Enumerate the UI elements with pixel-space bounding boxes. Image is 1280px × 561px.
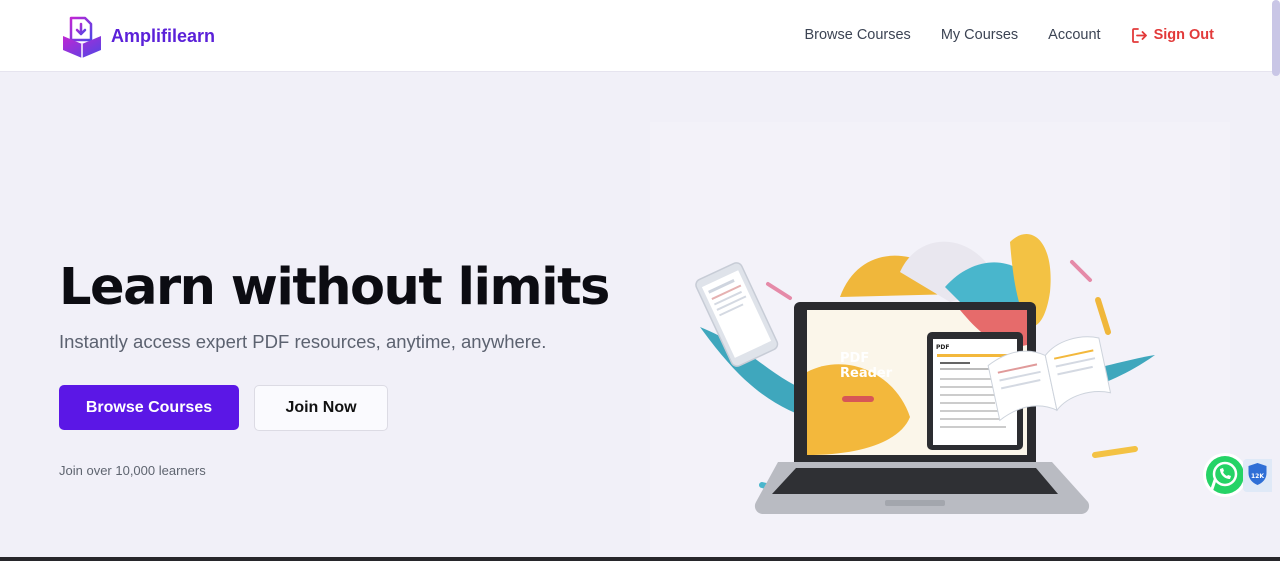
main-nav: Browse Courses My Courses Account Sign O… xyxy=(774,0,1214,70)
sign-out-label: Sign Out xyxy=(1153,27,1214,43)
badge-text: 12K xyxy=(1251,473,1264,480)
nav-my-courses[interactable]: My Courses xyxy=(941,27,1018,43)
hero-title: Learn without limits xyxy=(59,258,610,317)
whatsapp-icon[interactable] xyxy=(1202,452,1248,498)
brand[interactable]: Amplifilearn xyxy=(60,14,215,58)
tablet-logo: PDF xyxy=(936,344,949,351)
top-navbar: Amplifilearn Browse Courses My Courses A… xyxy=(0,0,1280,72)
hero-subtitle: Instantly access expert PDF resources, a… xyxy=(59,331,547,352)
logout-icon xyxy=(1131,27,1147,43)
trust-badge[interactable]: 12K xyxy=(1243,459,1272,492)
nav-account[interactable]: Account xyxy=(1048,27,1100,43)
brand-name: Amplifilearn xyxy=(111,25,216,46)
hero-illustration: PDF Reader PDF xyxy=(650,122,1230,557)
sign-out-link[interactable]: Sign Out xyxy=(1131,27,1214,44)
pdf-reader-title-line2: Reader xyxy=(840,366,893,381)
pdf-reader-title-line1: PDF xyxy=(840,351,869,366)
join-now-button[interactable]: Join Now xyxy=(254,385,388,431)
page-bottom-edge xyxy=(0,557,1280,561)
shield-badge-icon: 12K xyxy=(1248,463,1267,485)
browse-courses-button[interactable]: Browse Courses xyxy=(59,385,239,430)
page-scrollbar[interactable] xyxy=(1272,0,1280,76)
learners-count-text: Join over 10,000 learners xyxy=(59,463,206,478)
book-download-icon xyxy=(63,16,101,58)
nav-browse-courses[interactable]: Browse Courses xyxy=(804,27,910,43)
